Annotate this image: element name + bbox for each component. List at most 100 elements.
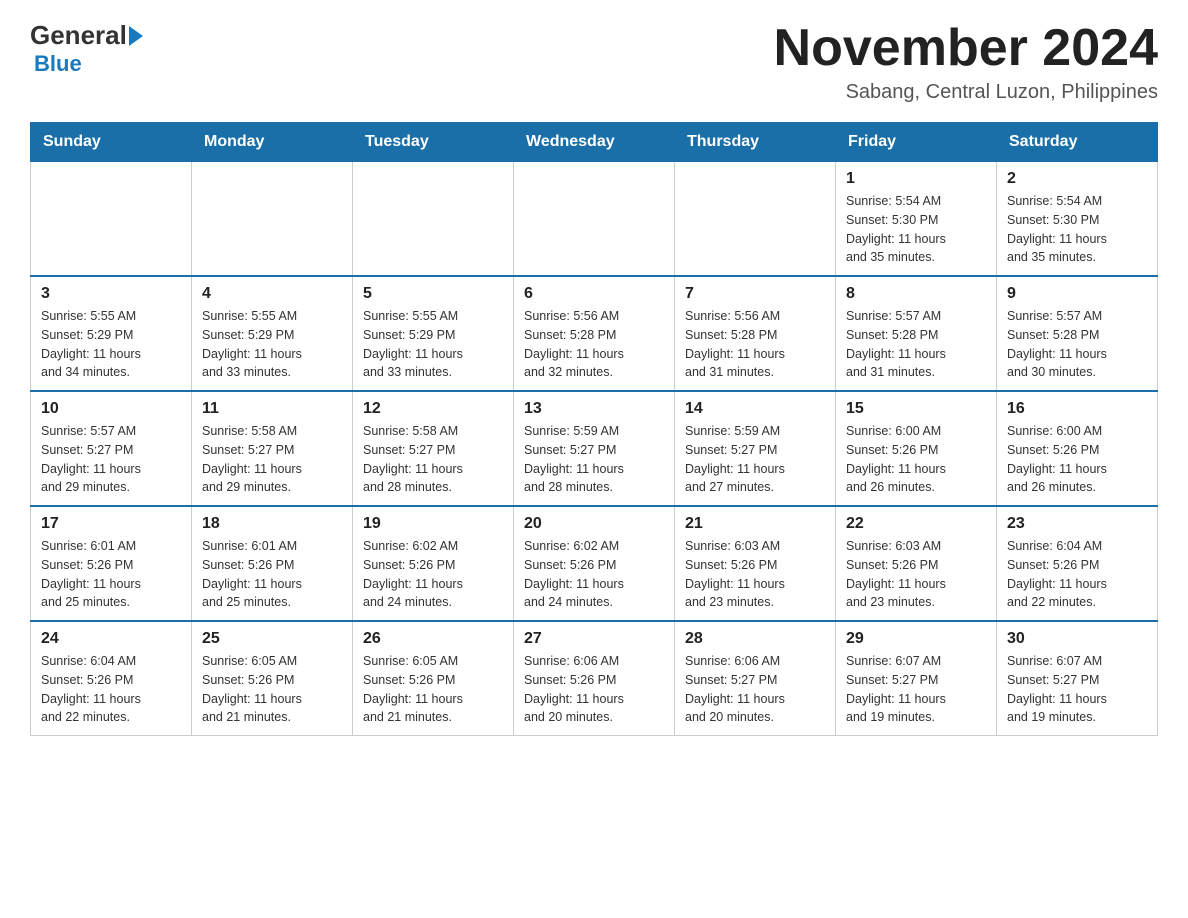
day-info: Sunrise: 6:00 AM Sunset: 5:26 PM Dayligh…	[1007, 422, 1147, 497]
logo-triangle-icon	[129, 26, 143, 46]
calendar-week-row: 17 Sunrise: 6:01 AM Sunset: 5:26 PM Dayli…	[31, 506, 1158, 621]
day-number: 3	[41, 285, 181, 303]
day-number: 13	[524, 400, 664, 418]
day-info: Sunrise: 6:02 AM Sunset: 5:26 PM Dayligh…	[524, 537, 664, 612]
header: General Blue November 2024 Sabang, Centr…	[30, 20, 1158, 104]
day-number: 27	[524, 630, 664, 648]
calendar-cell: 29Sunrise: 6:07 AM Sunset: 5:27 PM Dayli…	[836, 621, 997, 736]
col-header-tuesday: Tuesday	[353, 123, 514, 162]
day-info: Sunrise: 5:56 AM Sunset: 5:28 PM Dayligh…	[685, 307, 825, 382]
day-number: 30	[1007, 630, 1147, 648]
day-info: Sunrise: 5:58 AM Sunset: 5:27 PM Dayligh…	[202, 422, 342, 497]
day-number: 26	[363, 630, 503, 648]
day-number: 22	[846, 515, 986, 533]
calendar-cell: 14 Sunrise: 5:59 AM Sunset: 5:27 PM Dayli…	[675, 391, 836, 506]
calendar-cell: 6Sunrise: 5:56 AM Sunset: 5:28 PM Daylig…	[514, 276, 675, 391]
logo-blue: Blue	[34, 51, 82, 77]
day-number: 7	[685, 285, 825, 303]
col-header-wednesday: Wednesday	[514, 123, 675, 162]
calendar-cell: 17 Sunrise: 6:01 AM Sunset: 5:26 PM Dayli…	[31, 506, 192, 621]
day-number: 18	[202, 515, 342, 533]
day-number: 11	[202, 400, 342, 418]
calendar-cell	[31, 162, 192, 277]
day-number: 4	[202, 285, 342, 303]
day-info: Sunrise: 6:00 AM Sunset: 5:26 PM Dayligh…	[846, 422, 986, 497]
day-info: Sunrise: 6:06 AM Sunset: 5:26 PM Dayligh…	[524, 652, 664, 727]
day-info: Sunrise: 6:02 AM Sunset: 5:26 PM Dayligh…	[363, 537, 503, 612]
calendar-cell: 2Sunrise: 5:54 AM Sunset: 5:30 PM Daylig…	[997, 162, 1158, 277]
calendar-cell: 22Sunrise: 6:03 AM Sunset: 5:26 PM Dayli…	[836, 506, 997, 621]
day-number: 19	[363, 515, 503, 533]
calendar-week-row: 3 Sunrise: 5:55 AM Sunset: 5:29 PM Daylig…	[31, 276, 1158, 391]
col-header-saturday: Saturday	[997, 123, 1158, 162]
calendar-cell: 27 Sunrise: 6:06 AM Sunset: 5:26 PM Dayli…	[514, 621, 675, 736]
day-number: 25	[202, 630, 342, 648]
day-number: 17	[41, 515, 181, 533]
day-info: Sunrise: 5:55 AM Sunset: 5:29 PM Dayligh…	[363, 307, 503, 382]
calendar-header-row: SundayMondayTuesdayWednesdayThursdayFrid…	[31, 123, 1158, 162]
calendar-cell: 20 Sunrise: 6:02 AM Sunset: 5:26 PM Dayli…	[514, 506, 675, 621]
calendar-cell: 28 Sunrise: 6:06 AM Sunset: 5:27 PM Dayli…	[675, 621, 836, 736]
calendar-week-row: 24 Sunrise: 6:04 AM Sunset: 5:26 PM Dayli…	[31, 621, 1158, 736]
day-info: Sunrise: 5:59 AM Sunset: 5:27 PM Dayligh…	[524, 422, 664, 497]
day-number: 21	[685, 515, 825, 533]
calendar-cell: 21Sunrise: 6:03 AM Sunset: 5:26 PM Dayli…	[675, 506, 836, 621]
day-info: Sunrise: 5:57 AM Sunset: 5:28 PM Dayligh…	[846, 307, 986, 382]
day-info: Sunrise: 5:56 AM Sunset: 5:28 PM Dayligh…	[524, 307, 664, 382]
calendar-cell: 13 Sunrise: 5:59 AM Sunset: 5:27 PM Dayli…	[514, 391, 675, 506]
col-header-friday: Friday	[836, 123, 997, 162]
day-info: Sunrise: 6:04 AM Sunset: 5:26 PM Dayligh…	[1007, 537, 1147, 612]
calendar-cell: 25 Sunrise: 6:05 AM Sunset: 5:26 PM Dayli…	[192, 621, 353, 736]
calendar-cell: 5 Sunrise: 5:55 AM Sunset: 5:29 PM Daylig…	[353, 276, 514, 391]
calendar-cell: 10Sunrise: 5:57 AM Sunset: 5:27 PM Dayli…	[31, 391, 192, 506]
day-number: 28	[685, 630, 825, 648]
day-number: 5	[363, 285, 503, 303]
calendar-cell	[514, 162, 675, 277]
col-header-thursday: Thursday	[675, 123, 836, 162]
calendar-cell: 24 Sunrise: 6:04 AM Sunset: 5:26 PM Dayli…	[31, 621, 192, 736]
calendar-cell: 15 Sunrise: 6:00 AM Sunset: 5:26 PM Dayli…	[836, 391, 997, 506]
logo-general: General	[30, 20, 127, 51]
calendar-week-row: 10Sunrise: 5:57 AM Sunset: 5:27 PM Dayli…	[31, 391, 1158, 506]
calendar-cell: 12 Sunrise: 5:58 AM Sunset: 5:27 PM Dayli…	[353, 391, 514, 506]
day-info: Sunrise: 5:54 AM Sunset: 5:30 PM Dayligh…	[846, 192, 986, 267]
calendar-cell: 3 Sunrise: 5:55 AM Sunset: 5:29 PM Daylig…	[31, 276, 192, 391]
calendar-cell: 19 Sunrise: 6:02 AM Sunset: 5:26 PM Dayli…	[353, 506, 514, 621]
calendar-cell: 11 Sunrise: 5:58 AM Sunset: 5:27 PM Dayli…	[192, 391, 353, 506]
calendar-cell	[353, 162, 514, 277]
calendar-cell: 4 Sunrise: 5:55 AM Sunset: 5:29 PM Daylig…	[192, 276, 353, 391]
day-info: Sunrise: 6:07 AM Sunset: 5:27 PM Dayligh…	[1007, 652, 1147, 727]
day-number: 15	[846, 400, 986, 418]
calendar-cell: 18 Sunrise: 6:01 AM Sunset: 5:26 PM Dayli…	[192, 506, 353, 621]
calendar-cell: 30 Sunrise: 6:07 AM Sunset: 5:27 PM Dayli…	[997, 621, 1158, 736]
day-number: 2	[1007, 170, 1147, 188]
calendar-cell: 1 Sunrise: 5:54 AM Sunset: 5:30 PM Daylig…	[836, 162, 997, 277]
day-info: Sunrise: 5:55 AM Sunset: 5:29 PM Dayligh…	[202, 307, 342, 382]
day-info: Sunrise: 6:04 AM Sunset: 5:26 PM Dayligh…	[41, 652, 181, 727]
day-info: Sunrise: 5:58 AM Sunset: 5:27 PM Dayligh…	[363, 422, 503, 497]
col-header-monday: Monday	[192, 123, 353, 162]
day-number: 14	[685, 400, 825, 418]
day-number: 12	[363, 400, 503, 418]
day-number: 20	[524, 515, 664, 533]
col-header-sunday: Sunday	[31, 123, 192, 162]
day-info: Sunrise: 6:01 AM Sunset: 5:26 PM Dayligh…	[202, 537, 342, 612]
calendar-week-row: 1 Sunrise: 5:54 AM Sunset: 5:30 PM Daylig…	[31, 162, 1158, 277]
calendar-cell: 9 Sunrise: 5:57 AM Sunset: 5:28 PM Daylig…	[997, 276, 1158, 391]
day-info: Sunrise: 6:05 AM Sunset: 5:26 PM Dayligh…	[202, 652, 342, 727]
day-info: Sunrise: 6:01 AM Sunset: 5:26 PM Dayligh…	[41, 537, 181, 612]
day-number: 1	[846, 170, 986, 188]
logo: General Blue	[30, 20, 145, 77]
day-number: 16	[1007, 400, 1147, 418]
day-info: Sunrise: 5:55 AM Sunset: 5:29 PM Dayligh…	[41, 307, 181, 382]
day-info: Sunrise: 5:59 AM Sunset: 5:27 PM Dayligh…	[685, 422, 825, 497]
day-info: Sunrise: 5:57 AM Sunset: 5:27 PM Dayligh…	[41, 422, 181, 497]
location-subtitle: Sabang, Central Luzon, Philippines	[774, 81, 1158, 104]
calendar-cell: 7 Sunrise: 5:56 AM Sunset: 5:28 PM Daylig…	[675, 276, 836, 391]
calendar-cell: 16 Sunrise: 6:00 AM Sunset: 5:26 PM Dayli…	[997, 391, 1158, 506]
day-number: 9	[1007, 285, 1147, 303]
day-number: 24	[41, 630, 181, 648]
day-info: Sunrise: 6:06 AM Sunset: 5:27 PM Dayligh…	[685, 652, 825, 727]
calendar-cell: 23Sunrise: 6:04 AM Sunset: 5:26 PM Dayli…	[997, 506, 1158, 621]
day-info: Sunrise: 5:57 AM Sunset: 5:28 PM Dayligh…	[1007, 307, 1147, 382]
